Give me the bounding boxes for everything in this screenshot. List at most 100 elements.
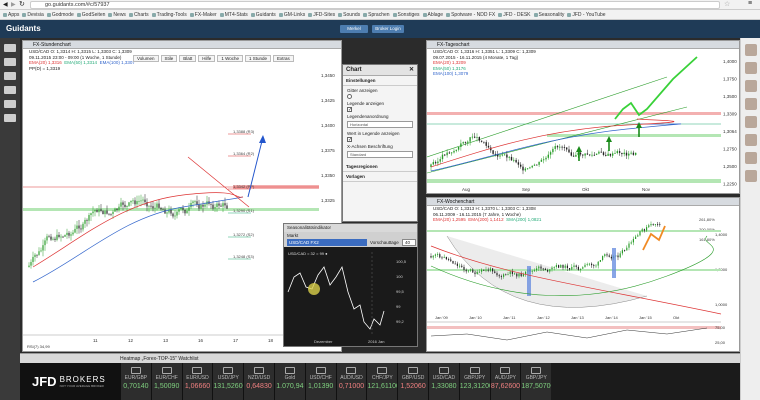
bookmark-item[interactable]: JFD-Sites xyxy=(308,12,335,18)
bookmark-item[interactable]: Ablage xyxy=(422,12,443,18)
bookmark-item[interactable]: Seasonality xyxy=(533,12,564,18)
daily-chart-canvas[interactable]: 1,4000 1,3750 1,3500 1,3309 1,3064 1,2750 1,25… xyxy=(427,49,739,193)
candle-body xyxy=(524,168,526,171)
bookmark-item[interactable]: Spotware - NDD FX xyxy=(446,12,495,18)
settings-section-general[interactable]: Einstellungen xyxy=(343,76,417,86)
sidebar-news-icon[interactable] xyxy=(4,86,16,94)
ema100-line xyxy=(430,123,682,172)
chart-tool-button[interactable]: Blatt xyxy=(179,55,197,62)
settings-section-sessions[interactable]: Tagesregionen xyxy=(343,162,417,172)
sidebar-list-icon[interactable] xyxy=(4,72,16,80)
quote-tile[interactable]: USD/CAD 1,33080 xyxy=(427,363,459,400)
candle-body xyxy=(142,199,144,201)
bookmark-item[interactable]: Godmode xyxy=(46,12,74,18)
bookmark-item[interactable]: Apps xyxy=(3,12,19,18)
sidebar-user-icon[interactable] xyxy=(4,114,16,122)
chart-tool-button[interactable]: Extras xyxy=(273,55,294,62)
chart-tool-button[interactable]: Volumen xyxy=(133,55,159,62)
bookmark-item[interactable]: News xyxy=(108,12,126,18)
value-legend-checkbox[interactable]: ✓ xyxy=(347,137,352,143)
quote-tile[interactable]: USD/JPY 131,52600 xyxy=(212,363,244,400)
quote-tile[interactable]: CHF/JPY 121,61100 xyxy=(366,363,398,400)
header-button-1-label: Merkel xyxy=(347,26,361,31)
candle-body xyxy=(558,265,560,268)
avatar[interactable] xyxy=(745,44,757,56)
avatar[interactable] xyxy=(745,170,757,182)
settings-section-templates[interactable]: Vorlagen xyxy=(343,172,417,182)
candle-body xyxy=(494,271,496,274)
chart-tool-button[interactable]: Stile xyxy=(160,55,178,62)
candle-body xyxy=(520,273,522,277)
forward-icon[interactable]: ▶ xyxy=(11,1,16,8)
flag-icon xyxy=(438,367,449,374)
sidebar-home-icon[interactable] xyxy=(4,44,16,52)
seasonality-tick-label: 99 xyxy=(396,304,401,309)
avatar[interactable] xyxy=(745,152,757,164)
chart-tool-button[interactable]: Hilfe xyxy=(198,55,216,62)
seasonality-chart[interactable]: USD/CAD = 32 = 99 ● 100,5 100 99,5 99 99,2 Dez… xyxy=(284,247,417,346)
bookmark-item[interactable]: MT4-Stats xyxy=(219,12,248,18)
chart-tool-button[interactable]: 1 Stunde xyxy=(245,55,272,62)
bookmark-icon xyxy=(108,12,113,17)
candle-body xyxy=(522,166,524,171)
legend-checkbox[interactable]: ✓ xyxy=(347,107,352,113)
quote-tile[interactable]: AUD/USD 0,71000 xyxy=(335,363,367,400)
avatar[interactable] xyxy=(745,98,757,110)
quote-tile[interactable]: AUD/JPY 87,62600 xyxy=(489,363,521,400)
quote-tile[interactable]: EUR/CHF 1,50090 xyxy=(150,363,182,400)
candle-body xyxy=(650,224,652,226)
candle-body xyxy=(160,207,162,210)
market-tab[interactable]: Markt xyxy=(287,233,298,238)
reload-icon[interactable]: ↻ xyxy=(19,0,25,8)
bookmark-item[interactable]: Devisia xyxy=(22,12,44,18)
menu-icon[interactable]: ≡ xyxy=(748,0,752,7)
quote-tile[interactable]: USD/CHF 1,01390 xyxy=(304,363,336,400)
avatar[interactable] xyxy=(745,134,757,146)
bookmark-item[interactable]: FX-Maker xyxy=(189,12,217,18)
avatar[interactable] xyxy=(745,80,757,92)
settings-title: Chart xyxy=(346,67,362,73)
x-axis-select[interactable]: Standard xyxy=(347,151,413,158)
back-icon[interactable]: ◀ xyxy=(3,1,8,8)
bookmark-item[interactable]: Sounds xyxy=(338,12,360,18)
close-icon[interactable]: ✕ xyxy=(409,65,414,76)
bookmark-icon xyxy=(76,12,81,17)
broker-login-button[interactable]: Broker Login xyxy=(372,25,404,33)
avatar[interactable] xyxy=(745,62,757,74)
star-icon[interactable]: ☆ xyxy=(724,0,730,8)
legend-order-select[interactable]: Horizontal xyxy=(347,121,413,128)
bookmark-item[interactable]: Charts xyxy=(128,12,149,18)
quote-tile[interactable]: GBP/JPY 123,31200 xyxy=(458,363,490,400)
bookmark-item[interactable]: Sprachen xyxy=(363,12,390,18)
quote-tile[interactable]: GBP/JPY 187,50700 xyxy=(520,363,552,400)
candle-body xyxy=(500,276,502,278)
bookmark-item[interactable]: JFD - YouTube xyxy=(567,12,606,18)
quote-tile[interactable]: Gold 1.070,94 xyxy=(273,363,305,400)
sidebar-chart-icon[interactable] xyxy=(4,58,16,66)
quote-tile[interactable]: EUR/GBP 0,70140 xyxy=(120,363,151,400)
url-field[interactable]: go.guidants.com/#c/57937 xyxy=(30,1,720,9)
quote-tile[interactable]: NZD/USD 0,64830 xyxy=(243,363,274,400)
avatar[interactable] xyxy=(745,116,757,128)
browser-address-bar[interactable]: ◀ ▶ ↻ go.guidants.com/#c/57937 ☆ ≡ xyxy=(0,0,760,10)
app-logo[interactable]: Guidants xyxy=(6,24,41,33)
weekly-chart-canvas[interactable]: 261,80%200,00%161,80%1,40001,20001,0000J… xyxy=(427,206,739,351)
candle-body xyxy=(595,153,598,155)
bookmark-item[interactable]: GodSeiten xyxy=(76,12,105,18)
candle-body xyxy=(84,219,86,224)
chart-tool-button[interactable]: 1 Woche xyxy=(217,55,243,62)
header-button-1[interactable]: Merkel xyxy=(340,25,368,33)
sidebar-settings-icon[interactable] xyxy=(4,100,16,108)
bookmark-item[interactable]: Trading-Tools xyxy=(151,12,187,18)
bookmark-item[interactable]: GM-Links xyxy=(278,12,305,18)
preview-days-input[interactable]: 40 xyxy=(402,239,416,246)
jfd-logo[interactable]: JFD BROKERS NOT YOUR AVERAGE BROKER xyxy=(20,363,120,400)
bookmark-item[interactable]: JFD - DESK xyxy=(498,12,531,18)
symbol-select[interactable]: USD/CAD FX2 xyxy=(287,239,367,246)
bookmark-item[interactable]: Guidants xyxy=(250,12,276,18)
candle-body xyxy=(448,259,450,260)
quote-tile[interactable]: GBP/USD 1,52060 xyxy=(397,363,428,400)
chart-settings-popup: Chart ✕ Einstellungen Gitter anzeigen Le… xyxy=(342,64,418,222)
quote-tile[interactable]: EUR/USD 1,06660 xyxy=(181,363,213,400)
bookmark-item[interactable]: Sonstiges xyxy=(392,12,420,18)
